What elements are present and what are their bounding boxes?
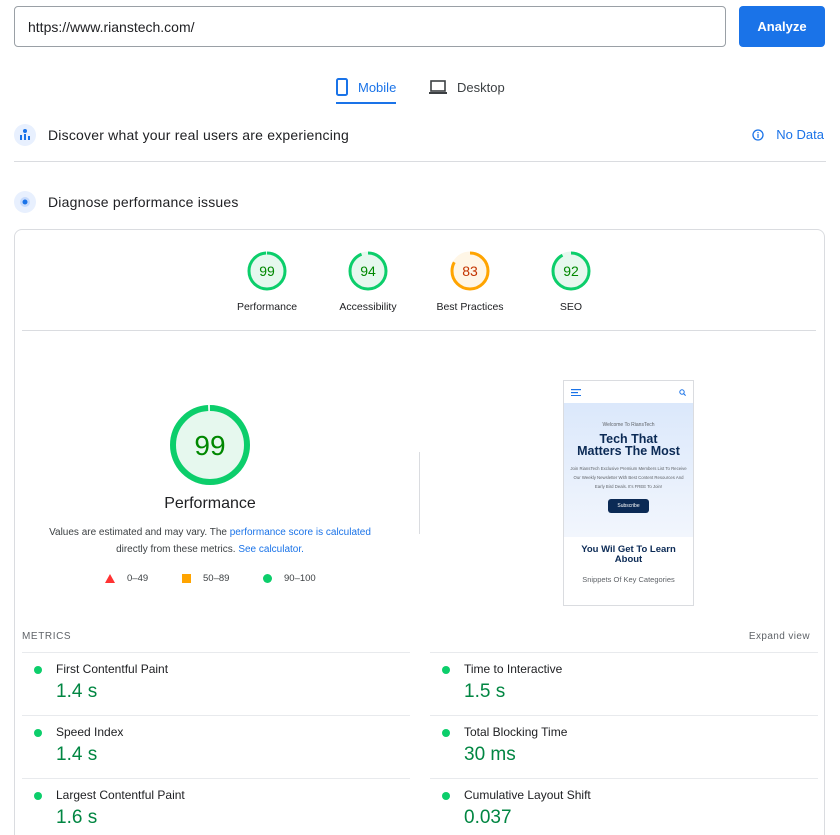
screenshot-subscribe-button: Subscribe (608, 499, 649, 513)
pass-circle-icon (442, 729, 450, 737)
score-disclaimer: Values are estimated and may vary. The p… (40, 524, 380, 558)
screenshot-hero: Welcome To RiansTech Tech That Matters Th… (564, 403, 693, 537)
gauge-score: 83 (462, 263, 478, 279)
screenshot-topbar (564, 381, 693, 403)
metric-name: Largest Contentful Paint (56, 788, 185, 802)
metric-name: First Contentful Paint (56, 662, 169, 676)
gauge-label: Accessibility (339, 301, 397, 313)
pass-circle-icon (442, 792, 450, 800)
field-data-header: Discover what your real users are experi… (14, 124, 349, 146)
disclaimer-text: Values are estimated and may vary. The (49, 527, 230, 538)
expand-view-toggle[interactable]: Expand view (749, 631, 810, 642)
gauge-label: Performance (236, 301, 298, 313)
metric-value: 1.5 s (464, 681, 506, 702)
gauge-label: Best Practices (436, 301, 504, 313)
tab-mobile[interactable]: Mobile (336, 70, 397, 104)
analyze-button[interactable]: Analyze (739, 6, 825, 47)
info-icon (752, 128, 764, 141)
scores-divider (22, 330, 816, 331)
gauge-score: 94 (360, 263, 376, 279)
metric-name: Total Blocking Time (464, 725, 568, 739)
legend-range: 0–49 (127, 573, 149, 584)
square-icon (182, 574, 191, 583)
field-data-title: Discover what your real users are experi… (48, 127, 349, 143)
performance-score-large: 99 (194, 430, 225, 461)
screenshot-snippets: Snippets Of Key Categories (582, 575, 675, 584)
gauge-best-practices[interactable]: 83 Best Practices (420, 250, 520, 313)
url-input[interactable] (14, 6, 726, 47)
metric-time-to-interactive: Time to Interactive 1.5 s (430, 652, 818, 715)
calculator-link[interactable]: See calculator. (238, 544, 304, 555)
gauge-performance[interactable]: 99 Performance (217, 250, 317, 313)
desktop-icon (429, 80, 447, 94)
gauge-score: 99 (259, 263, 275, 279)
legend-range: 50–89 (203, 573, 230, 584)
metric-value: 0.037 (464, 807, 512, 828)
mobile-icon (336, 78, 348, 96)
pass-circle-icon (34, 666, 42, 674)
tab-desktop-label: Desktop (457, 79, 505, 95)
metrics-heading: METRICS (22, 631, 72, 642)
page-screenshot: Welcome To RiansTech Tech That Matters Th… (563, 380, 694, 606)
gauge-label: SEO (559, 301, 583, 313)
legend-range: 90–100 (284, 573, 316, 584)
metric-value: 30 ms (464, 744, 516, 765)
no-data-label: No Data (776, 127, 824, 142)
metric-largest-contentful-paint: Largest Contentful Paint 1.6 s (22, 778, 410, 835)
metric-speed-index: Speed Index 1.4 s (22, 715, 410, 778)
screenshot-welcome: Welcome To RiansTech (602, 422, 655, 428)
metric-name: Speed Index (56, 725, 124, 739)
search-icon (679, 388, 686, 396)
gauge-ring: 92 (551, 251, 591, 291)
circle-icon (263, 574, 272, 583)
section-divider (14, 161, 826, 162)
screenshot-body: Join RiansTech Exclusive Premium Members… (570, 466, 687, 489)
legend-pass: 90–100 (263, 573, 316, 584)
metric-value: 1.4 s (56, 681, 98, 702)
users-icon (14, 124, 36, 146)
gauge-ring: 94 (348, 251, 388, 291)
metric-cumulative-layout-shift: Cumulative Layout Shift 0.037 (430, 778, 818, 835)
tab-mobile-label: Mobile (358, 79, 397, 95)
pass-circle-icon (34, 792, 42, 800)
metric-name: Cumulative Layout Shift (464, 788, 591, 802)
metric-first-contentful-paint: First Contentful Paint 1.4 s (22, 652, 410, 715)
performance-title: Performance (164, 495, 256, 512)
gauge-seo[interactable]: 92 SEO (521, 250, 621, 313)
hamburger-menu-icon (571, 388, 581, 396)
pass-circle-icon (442, 666, 450, 674)
legend-fail: 0–49 (105, 573, 148, 584)
gauge-ring: 99 (247, 251, 287, 291)
lab-data-title: Diagnose performance issues (48, 194, 239, 210)
lab-data-header: Diagnose performance issues (14, 191, 239, 213)
screenshot-headline: Tech That Matters The Most (577, 432, 680, 458)
legend-average: 50–89 (182, 573, 229, 584)
performance-gauge-large: 99 (170, 405, 250, 485)
vertical-divider (419, 452, 420, 534)
metric-name: Time to Interactive (464, 662, 563, 676)
gauge-accessibility[interactable]: 94 Accessibility (318, 250, 418, 313)
metric-total-blocking-time: Total Blocking Time 30 ms (430, 715, 818, 778)
gauge-score: 92 (563, 263, 579, 279)
metric-value: 1.4 s (56, 744, 98, 765)
disclaimer-text-2: directly from these metrics. (116, 544, 239, 555)
gauge-ring: 83 (450, 251, 490, 291)
lab-icon (14, 191, 36, 213)
pass-circle-icon (34, 729, 42, 737)
score-calculated-link[interactable]: performance score is calculated (230, 527, 371, 538)
metric-value: 1.6 s (56, 807, 98, 828)
tab-desktop[interactable]: Desktop (429, 70, 505, 104)
no-data-badge: No Data (752, 127, 824, 142)
triangle-icon (105, 574, 115, 583)
screenshot-learn-heading: You Wil Get To Learn About (581, 544, 676, 565)
